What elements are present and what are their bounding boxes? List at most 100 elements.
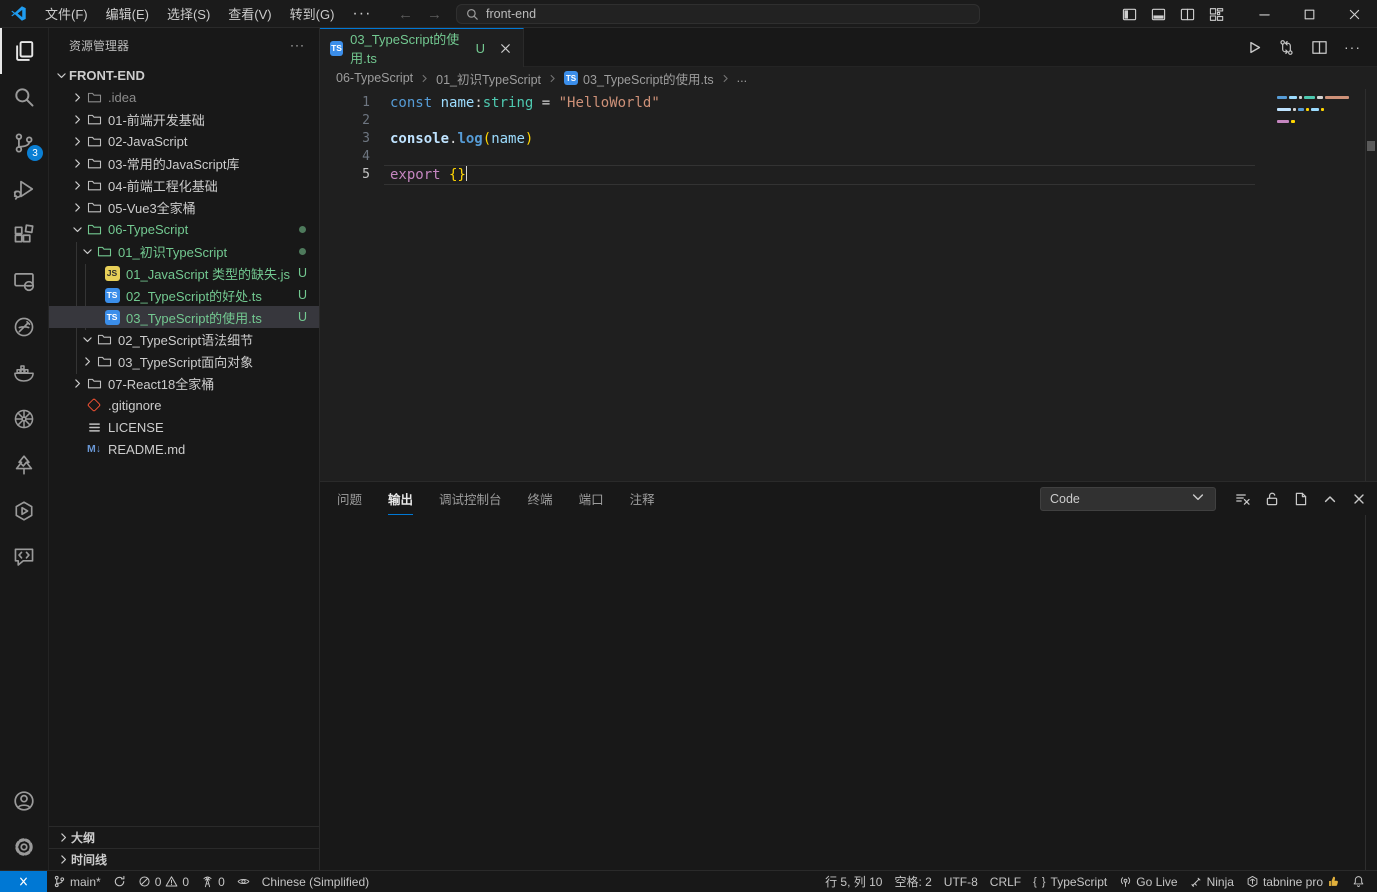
- tree-item[interactable]: 04-前端工程化基础: [49, 174, 319, 196]
- tree-item[interactable]: 01-前端开发基础: [49, 108, 319, 130]
- panel-scrollbar[interactable]: [1365, 515, 1377, 870]
- compare-icon[interactable]: [1278, 39, 1295, 56]
- tree-item[interactable]: 06-TypeScript: [49, 218, 319, 240]
- status-indentation[interactable]: 空格: 2: [888, 871, 937, 892]
- activity-source-control[interactable]: 3: [0, 120, 48, 166]
- tree-item[interactable]: TS02_TypeScript的好处.tsU: [49, 284, 319, 306]
- menu-item-2[interactable]: 选择(S): [158, 1, 219, 26]
- back-arrow-icon[interactable]: ←: [398, 6, 413, 23]
- status-language-pack[interactable]: Chinese (Simplified): [256, 871, 375, 892]
- activity-settings[interactable]: [0, 824, 48, 870]
- panel-tab-4[interactable]: 端口: [579, 485, 604, 512]
- tree-item[interactable]: .idea: [49, 86, 319, 108]
- tab-active-file[interactable]: TS 03_TypeScript的使用.ts U: [320, 28, 524, 67]
- status-language-mode[interactable]: { }TypeScript: [1027, 871, 1113, 892]
- output-channel-select[interactable]: Code: [1040, 487, 1216, 511]
- tree-item[interactable]: .gitignore: [49, 394, 319, 416]
- open-in-editor-icon[interactable]: [1293, 491, 1309, 507]
- breadcrumb-item-3[interactable]: ...: [737, 71, 747, 85]
- breadcrumb-item-1[interactable]: 01_初识TypeScript: [436, 69, 541, 88]
- tree-item[interactable]: 05-Vue3全家桶: [49, 196, 319, 218]
- run-icon[interactable]: [1245, 39, 1262, 56]
- panel-tab-3[interactable]: 终端: [528, 485, 553, 512]
- more-icon[interactable]: ···: [1344, 39, 1361, 55]
- activity-bar: 3: [0, 28, 49, 870]
- vscode-window: 文件(F)编辑(E)选择(S)查看(V)转到(G) ··· ← → front-…: [0, 0, 1377, 892]
- tree-item[interactable]: 03_TypeScript面向对象: [49, 350, 319, 372]
- line-number: 3: [320, 130, 370, 148]
- unlock-icon[interactable]: [1264, 491, 1280, 507]
- menu-more-button[interactable]: ···: [343, 2, 380, 26]
- menu-item-0[interactable]: 文件(F): [36, 1, 97, 26]
- panel-tab-0[interactable]: 问题: [337, 485, 362, 512]
- maximize-button[interactable]: [1287, 0, 1332, 28]
- activity-run-debug[interactable]: [0, 166, 48, 212]
- bottom-panel: 问题输出调试控制台终端端口注释 Code: [320, 481, 1377, 870]
- clear-output-icon[interactable]: [1235, 491, 1251, 507]
- panel-tab-1[interactable]: 输出: [388, 485, 413, 512]
- activity-code-chat[interactable]: [0, 534, 48, 580]
- command-center-search[interactable]: front-end: [456, 4, 980, 24]
- tab-close-icon[interactable]: [498, 41, 513, 56]
- forward-arrow-icon[interactable]: →: [427, 6, 442, 23]
- split-icon[interactable]: [1311, 39, 1328, 56]
- sidebar-section-0[interactable]: 大纲: [49, 826, 319, 848]
- status-go-live[interactable]: Go Live: [1113, 871, 1183, 892]
- tree-item[interactable]: M↓README.md: [49, 438, 319, 460]
- layout-split-icon[interactable]: [1180, 7, 1195, 22]
- close-panel-icon[interactable]: [1351, 491, 1367, 507]
- status-screencast[interactable]: [231, 871, 256, 892]
- activity-account[interactable]: [0, 778, 48, 824]
- minimap[interactable]: [1277, 96, 1349, 126]
- activity-docker[interactable]: [0, 350, 48, 396]
- status-tabnine[interactable]: tabnine pro: [1240, 871, 1346, 892]
- editor-scrollbar[interactable]: [1365, 89, 1377, 481]
- activity-kubernetes[interactable]: [0, 396, 48, 442]
- status-eol[interactable]: CRLF: [984, 871, 1027, 892]
- layout-sidebar-left-icon[interactable]: [1122, 7, 1137, 22]
- activity-hexagon-play[interactable]: [0, 488, 48, 534]
- tree-item[interactable]: JS01_JavaScript 类型的缺失.jsU: [49, 262, 319, 284]
- breadcrumb-item-0[interactable]: 06-TypeScript: [336, 71, 413, 85]
- activity-tools[interactable]: [0, 304, 48, 350]
- code-editor[interactable]: 1const name:string = "HelloWorld"23conso…: [320, 89, 1377, 481]
- status-encoding[interactable]: UTF-8: [938, 871, 984, 892]
- tree-item[interactable]: 01_初识TypeScript: [49, 240, 319, 262]
- status-branch[interactable]: main*: [47, 871, 107, 892]
- status-problems[interactable]: 00: [132, 871, 195, 892]
- tree-item[interactable]: 02-JavaScript: [49, 130, 319, 152]
- menu-item-3[interactable]: 查看(V): [219, 1, 280, 26]
- tree-item[interactable]: TS03_TypeScript的使用.tsU: [49, 306, 319, 328]
- status-sync[interactable]: [107, 871, 132, 892]
- settings-icon: [13, 836, 35, 858]
- minimize-button[interactable]: [1242, 0, 1287, 28]
- menu-item-4[interactable]: 转到(G): [281, 1, 344, 26]
- status-cursor-position[interactable]: 行 5, 列 10: [819, 871, 888, 892]
- status-ports[interactable]: 0: [195, 871, 231, 892]
- status-notifications[interactable]: [1346, 871, 1371, 892]
- tree-item[interactable]: LICENSE: [49, 416, 319, 438]
- panel-tab-2[interactable]: 调试控制台: [439, 485, 502, 512]
- tree-root-item[interactable]: FRONT-END: [49, 64, 319, 86]
- layout-customize-icon[interactable]: [1209, 7, 1224, 22]
- scrollbar-thumb[interactable]: [1367, 141, 1375, 151]
- maximize-panel-icon[interactable]: [1322, 491, 1338, 507]
- tree-item[interactable]: 07-React18全家桶: [49, 372, 319, 394]
- activity-todo-tree[interactable]: [0, 442, 48, 488]
- activity-remote-explorer[interactable]: [0, 258, 48, 304]
- panel-tab-5[interactable]: 注释: [630, 485, 655, 512]
- sidebar-section-1[interactable]: 时间线: [49, 848, 319, 870]
- close-window-button[interactable]: [1332, 0, 1377, 28]
- activity-extensions[interactable]: [0, 212, 48, 258]
- tree-item[interactable]: 03-常用的JavaScript库: [49, 152, 319, 174]
- menu-item-1[interactable]: 编辑(E): [97, 1, 158, 26]
- layout-panel-icon[interactable]: [1151, 7, 1166, 22]
- status-ninja[interactable]: Ninja: [1184, 871, 1240, 892]
- chevron-down-icon: [79, 245, 95, 258]
- status-remote[interactable]: [0, 871, 47, 892]
- breadcrumb-item-2[interactable]: TS03_TypeScript的使用.ts: [564, 69, 714, 88]
- tree-item[interactable]: 02_TypeScript语法细节: [49, 328, 319, 350]
- activity-explorer[interactable]: [0, 28, 48, 74]
- sidebar-more-button[interactable]: ···: [290, 38, 305, 52]
- activity-search[interactable]: [0, 74, 48, 120]
